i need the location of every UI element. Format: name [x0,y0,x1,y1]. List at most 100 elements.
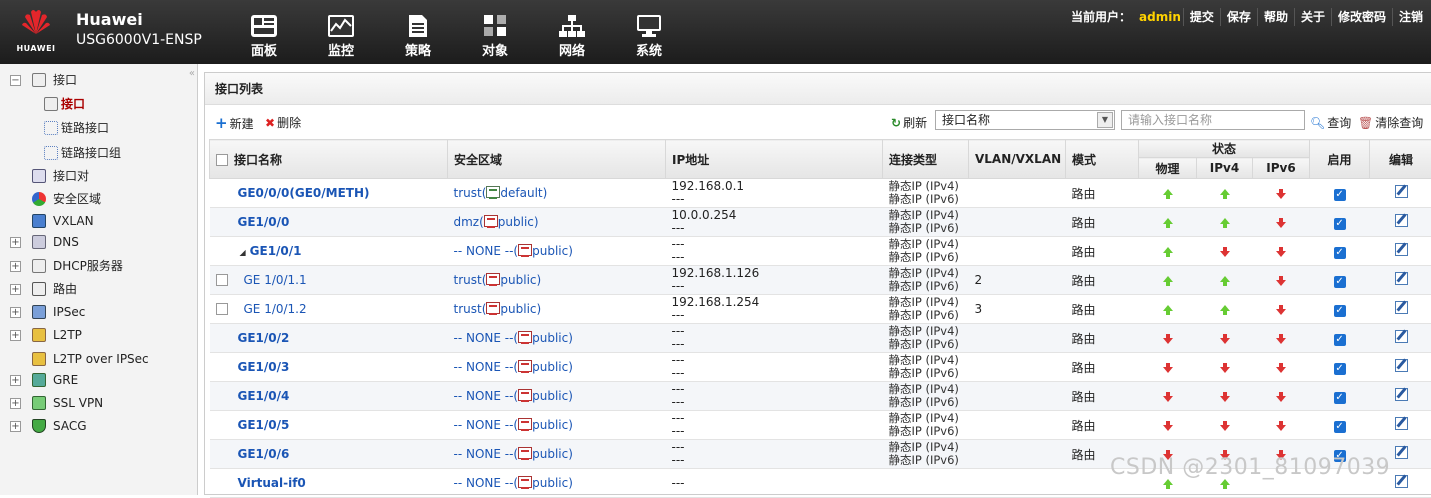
interface-name[interactable]: GE0/0/0(GE0/METH) [238,186,370,200]
select-all-checkbox[interactable] [216,154,228,166]
table-row[interactable]: GE 1/0/1.2trust(public)192.168.1.254---静… [210,295,1431,324]
logout-link[interactable]: 注销 [1392,8,1429,26]
enable-checkbox[interactable]: ✓ [1334,421,1346,433]
col-vlan-header[interactable]: VLAN/VXLAN [969,140,1066,179]
table-row[interactable]: GE1/0/5-- NONE --(public)------静态IP (IPv… [210,411,1431,440]
expand-icon[interactable]: + [10,237,21,248]
col-ip-header[interactable]: IP地址 [666,140,883,179]
edit-icon[interactable] [1395,446,1408,459]
sidebar-item-link-interface-group[interactable]: 链路接口组 [0,142,190,164]
sidebar-item-vxlan[interactable]: VXLAN [0,210,190,232]
interface-name[interactable]: GE1/0/6 [238,447,290,461]
interface-name[interactable]: GE1/0/2 [238,331,290,345]
commit-link[interactable]: 提交 [1183,8,1220,26]
col-zone-header[interactable]: 安全区域 [448,140,666,179]
nav-network[interactable]: 网络 [542,14,602,59]
sidebar-item-l2tp-over-ipsec[interactable]: L2TP over IPSec [0,348,190,370]
sidebar-item-security-zone[interactable]: 安全区域 [0,188,190,210]
row-checkbox[interactable] [216,303,228,315]
table-row[interactable]: ◢GE1/0/1-- NONE --(public)------静态IP (IP… [210,237,1431,266]
col-name-header[interactable]: 接口名称 [210,140,448,179]
zone-cell[interactable]: trust(public) [448,266,666,295]
enable-checkbox[interactable]: ✓ [1334,218,1346,230]
edit-icon[interactable] [1395,301,1408,314]
table-row[interactable]: GE 1/0/1.1trust(public)192.168.1.126---静… [210,266,1431,295]
table-row[interactable]: GE1/0/3-- NONE --(public)------静态IP (IPv… [210,353,1431,382]
enable-checkbox[interactable]: ✓ [1334,276,1346,288]
nav-policy[interactable]: 策略 [388,14,448,59]
edit-icon[interactable] [1395,214,1408,227]
sidebar-item-interface[interactable]: 接口 [0,93,190,115]
edit-icon[interactable] [1395,243,1408,256]
interface-name[interactable]: GE1/0/4 [238,389,290,403]
table-row[interactable]: GE0/0/0(GE0/METH)trust(default)192.168.0… [210,179,1431,208]
expand-icon[interactable]: + [10,261,21,272]
edit-icon[interactable] [1395,417,1408,430]
interface-name[interactable]: GE1/0/5 [238,418,290,432]
enable-checkbox[interactable]: ✓ [1334,247,1346,259]
table-row[interactable]: GE1/0/0dmz(public)10.0.0.254---静态IP (IPv… [210,208,1431,237]
zone-cell[interactable]: trust(default) [448,179,666,208]
sidebar-item-ipsec[interactable]: + IPSec [0,301,190,323]
enable-checkbox[interactable]: ✓ [1334,392,1346,404]
zone-cell[interactable]: -- NONE --(public) [448,440,666,469]
edit-icon[interactable] [1395,185,1408,198]
interface-name[interactable]: GE1/0/0 [238,215,290,229]
refresh-button[interactable]: ↻刷新 [891,113,927,133]
sidebar-item-interface-group[interactable]: − 接口 [0,69,190,91]
save-link[interactable]: 保存 [1220,8,1257,26]
sidebar-item-route[interactable]: + 路由 [0,278,190,300]
edit-icon[interactable] [1395,359,1408,372]
edit-icon[interactable] [1395,475,1408,488]
interface-name[interactable]: Virtual-if0 [238,476,306,490]
sidebar-item-ssl-vpn[interactable]: + SSL VPN [0,392,190,414]
zone-cell[interactable]: dmz(public) [448,208,666,237]
zone-cell[interactable]: -- NONE --(public) [448,411,666,440]
expand-icon[interactable]: + [10,330,21,341]
sidebar-item-interface-pair[interactable]: 接口对 [0,165,190,187]
sidebar-item-link-interface[interactable]: 链路接口 [0,117,190,139]
about-link[interactable]: 关于 [1294,8,1331,26]
add-button[interactable]: +新建 [215,113,254,133]
zone-cell[interactable]: -- NONE --(public) [448,237,666,266]
edit-icon[interactable] [1395,330,1408,343]
collapse-row-icon[interactable]: ◢ [240,248,246,257]
expand-icon[interactable]: + [10,375,21,386]
enable-checkbox[interactable]: ✓ [1334,189,1346,201]
interface-name[interactable]: GE1/0/1 [250,244,302,258]
enable-checkbox[interactable]: ✓ [1334,363,1346,375]
filter-field-select[interactable]: 接口名称▼ [935,110,1115,130]
expand-icon[interactable]: + [10,421,21,432]
search-input[interactable] [1121,110,1305,130]
enable-checkbox[interactable]: ✓ [1334,305,1346,317]
table-row[interactable]: GE1/0/4-- NONE --(public)------静态IP (IPv… [210,382,1431,411]
nav-system[interactable]: 系统 [619,14,679,59]
col-mode-header[interactable]: 模式 [1066,140,1139,179]
table-row[interactable]: GE1/0/2-- NONE --(public)------静态IP (IPv… [210,324,1431,353]
delete-button[interactable]: ✖删除 [265,113,301,133]
interface-name[interactable]: GE 1/0/1.2 [244,302,307,316]
change-password-link[interactable]: 修改密码 [1331,8,1392,26]
interface-name[interactable]: GE 1/0/1.1 [244,273,307,287]
zone-cell[interactable]: -- NONE --(public) [448,469,666,498]
expand-icon[interactable]: + [10,398,21,409]
edit-icon[interactable] [1395,388,1408,401]
row-checkbox[interactable] [216,274,228,286]
enable-checkbox[interactable]: ✓ [1334,334,1346,346]
zone-cell[interactable]: -- NONE --(public) [448,353,666,382]
zone-cell[interactable]: -- NONE --(public) [448,382,666,411]
zone-cell[interactable]: trust(public) [448,295,666,324]
sidebar-item-dhcp-server[interactable]: + DHCP服务器 [0,255,190,277]
clear-query-button[interactable]: 🗑︎清除查询 [1358,113,1423,133]
nav-object[interactable]: 对象 [465,14,525,59]
interface-name[interactable]: GE1/0/3 [238,360,290,374]
nav-dashboard[interactable]: 面板 [234,14,294,59]
query-button[interactable]: 🔍︎查询 [1310,113,1351,133]
edit-icon[interactable] [1395,272,1408,285]
expand-icon[interactable]: + [10,307,21,318]
sidebar-item-dns[interactable]: + DNS [0,231,190,253]
chevron-down-icon[interactable]: ▼ [1097,112,1113,128]
sidebar-item-l2tp[interactable]: + L2TP [0,324,190,346]
sidebar-item-sacg[interactable]: + SACG [0,415,190,437]
nav-monitor[interactable]: 监控 [311,14,371,59]
